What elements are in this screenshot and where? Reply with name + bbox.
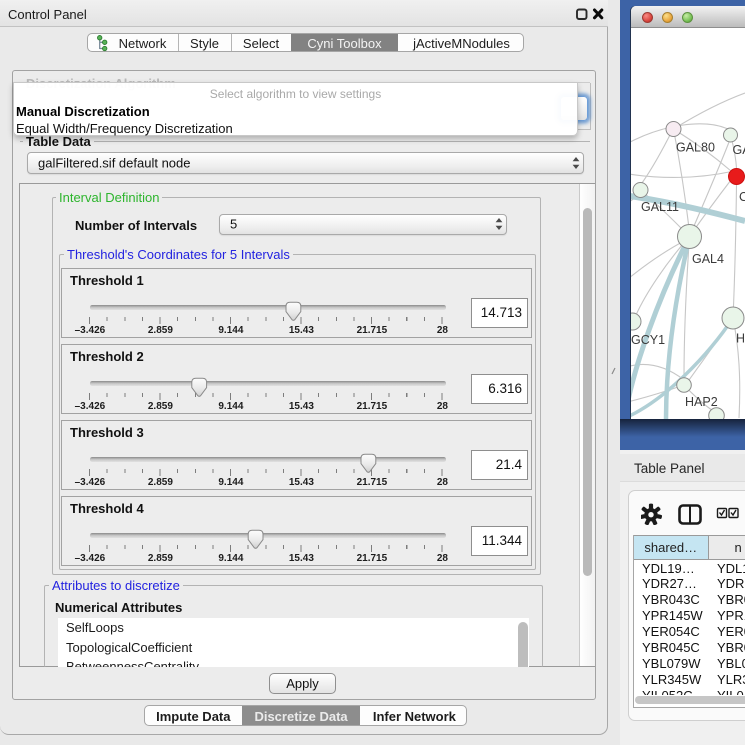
svg-text:HAP2: HAP2 <box>685 395 718 409</box>
svg-text:GCY1: GCY1 <box>631 333 665 347</box>
svg-text:GA: GA <box>733 143 745 157</box>
svg-text:GAL4: GAL4 <box>692 252 724 266</box>
svg-text:C: C <box>739 190 745 204</box>
svg-text:GAL80: GAL80 <box>676 141 715 155</box>
svg-text:GAL11: GAL11 <box>641 200 679 214</box>
svg-text:H: H <box>736 332 745 346</box>
